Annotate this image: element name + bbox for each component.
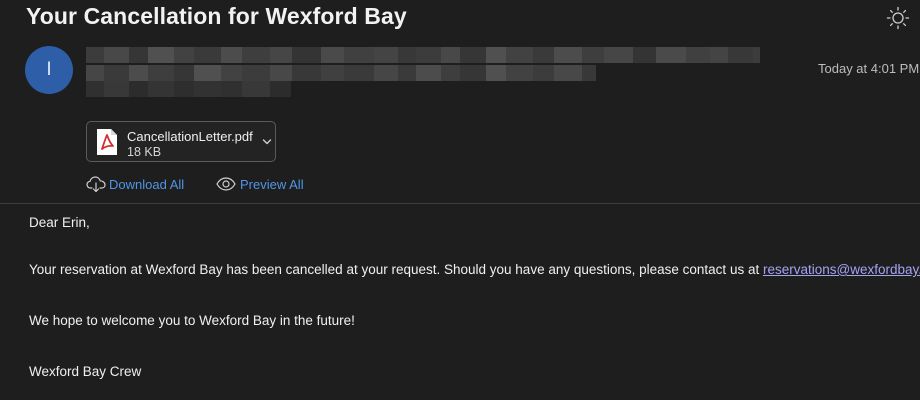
redacted-sender-details [86, 47, 760, 111]
sun-icon [886, 6, 910, 30]
appearance-toggle-button[interactable] [885, 5, 911, 31]
message-timestamp: Today at 4:01 PM [818, 61, 920, 76]
reservations-email-link[interactable]: reservations@wexfordbay.com [763, 262, 920, 277]
cancellation-paragraph: Your reservation at Wexford Bay has been… [29, 262, 920, 277]
sender-initial: I [46, 59, 52, 80]
mail-message-view: Your Cancellation for Wexford Bay I Toda… [0, 0, 920, 400]
attachment-card[interactable]: CancellationLetter.pdf 18 KB [86, 121, 276, 162]
preview-all-button[interactable]: Preview All [216, 175, 306, 195]
attachment-file-size: 18 KB [127, 145, 162, 159]
message-subject: Your Cancellation for Wexford Bay [26, 3, 407, 29]
preview-all-label: Preview All [240, 177, 304, 192]
sender-avatar[interactable]: I [25, 46, 73, 94]
signature-text: Wexford Bay Crew [29, 364, 142, 379]
download-all-button[interactable]: Download All [86, 175, 186, 195]
eye-icon [216, 177, 236, 191]
chevron-down-icon[interactable] [262, 138, 272, 146]
welcome-paragraph: We hope to welcome you to Wexford Bay in… [29, 313, 355, 328]
download-all-label: Download All [109, 177, 185, 192]
cloud-download-icon [86, 176, 106, 193]
header-divider [0, 203, 920, 204]
cancellation-text: Your reservation at Wexford Bay has been… [29, 262, 763, 277]
attachment-file-name: CancellationLetter.pdf [127, 129, 253, 144]
pdf-file-icon [97, 129, 117, 155]
greeting-text: Dear Erin, [29, 215, 90, 230]
